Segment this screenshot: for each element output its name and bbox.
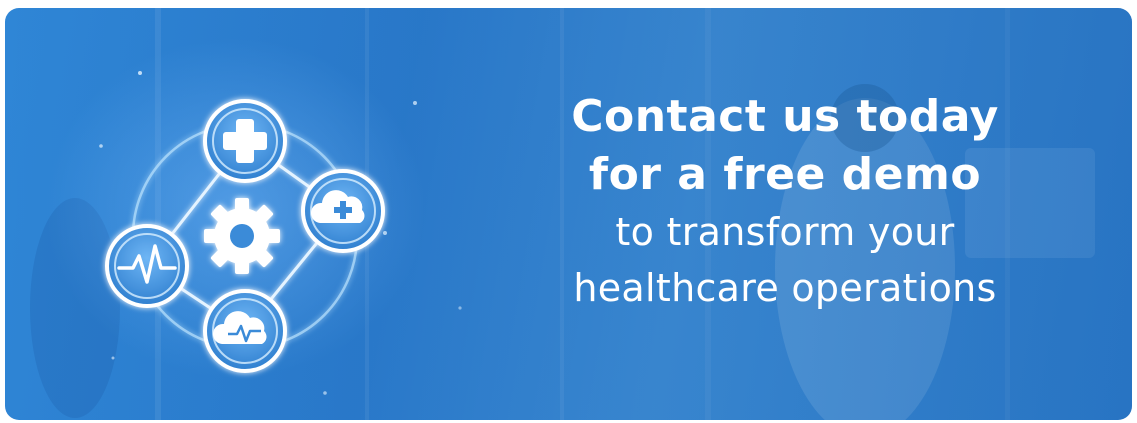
promo-banner[interactable]: Contact us today for a free demo to tran… <box>5 8 1132 420</box>
headline-line-1: Contact us today <box>571 91 999 142</box>
healthcare-icon-network <box>85 86 405 386</box>
cloud-plus-icon <box>301 169 385 253</box>
gear-icon <box>204 198 280 274</box>
cloud-pulse-icon <box>203 289 287 373</box>
headline-line-2: for a free demo <box>588 149 982 200</box>
heartbeat-icon <box>105 224 189 308</box>
subheadline-line-1: to transform your <box>615 210 955 254</box>
medical-cross-icon <box>203 99 287 183</box>
subheadline-line-2: healthcare operations <box>573 266 997 310</box>
headline-block: Contact us today for a free demo to tran… <box>475 88 1095 316</box>
